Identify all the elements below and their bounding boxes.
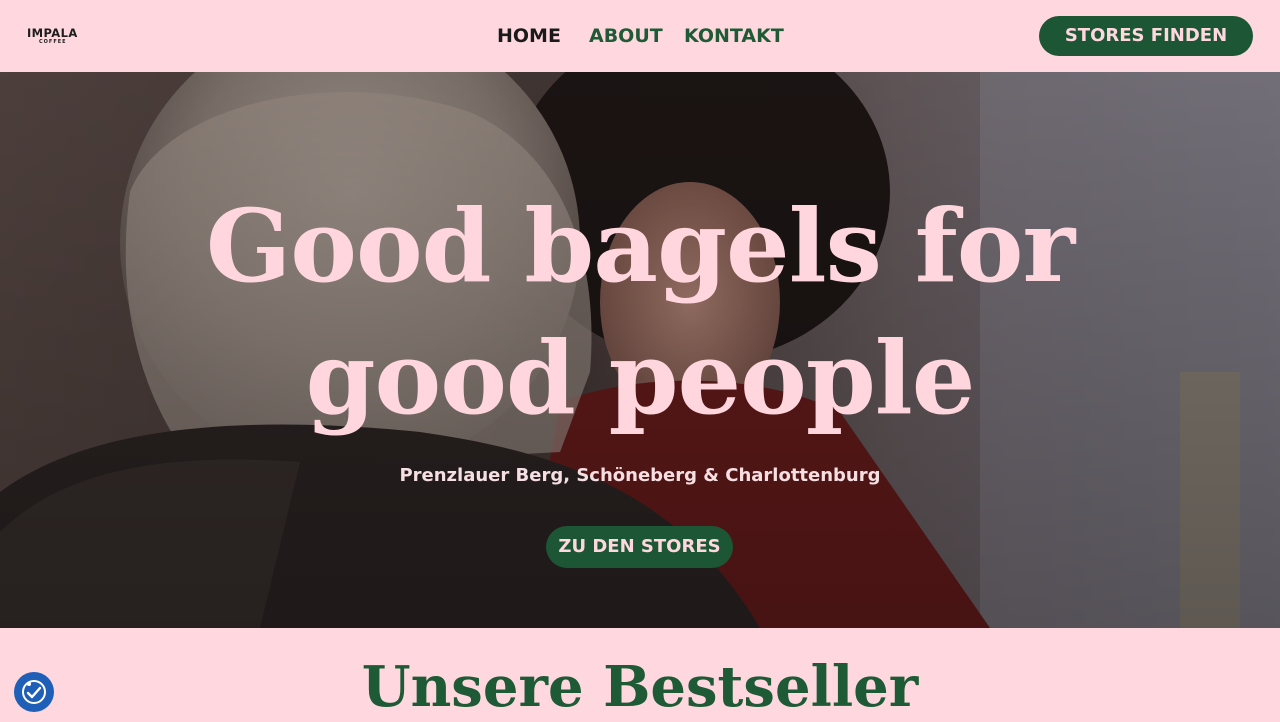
- nav-item-home[interactable]: HOME: [497, 24, 561, 48]
- hero-section: Good bagels for good people Prenzlauer B…: [0, 72, 1280, 628]
- nav-item-kontakt[interactable]: KONTAKT: [684, 24, 784, 48]
- nav-item-about[interactable]: ABOUT: [589, 24, 663, 48]
- hero-headline: Good bagels for good people: [140, 180, 1140, 444]
- bestseller-heading: Unsere Bestseller: [361, 654, 919, 720]
- stores-finden-button[interactable]: STORES FINDEN: [1039, 16, 1253, 56]
- hero-locations: Prenzlauer Berg, Schöneberg & Charlotten…: [399, 465, 881, 486]
- logo-wordmark: IMPALA: [27, 26, 78, 40]
- accessibility-check-icon[interactable]: [14, 672, 54, 712]
- bestseller-section: Unsere Bestseller: [0, 628, 1280, 720]
- hero-headline-line-2: good people: [305, 319, 976, 437]
- impala-coffee-logo[interactable]: IMPALA COFFEE: [27, 27, 87, 49]
- hero-headline-line-1: Good bagels for: [205, 187, 1075, 305]
- zu-den-stores-button[interactable]: ZU DEN STORES: [546, 526, 733, 568]
- logo-subtitle: COFFEE: [39, 39, 67, 45]
- site-header: IMPALA COFFEE HOME ABOUT KONTAKT STORES …: [0, 0, 1280, 72]
